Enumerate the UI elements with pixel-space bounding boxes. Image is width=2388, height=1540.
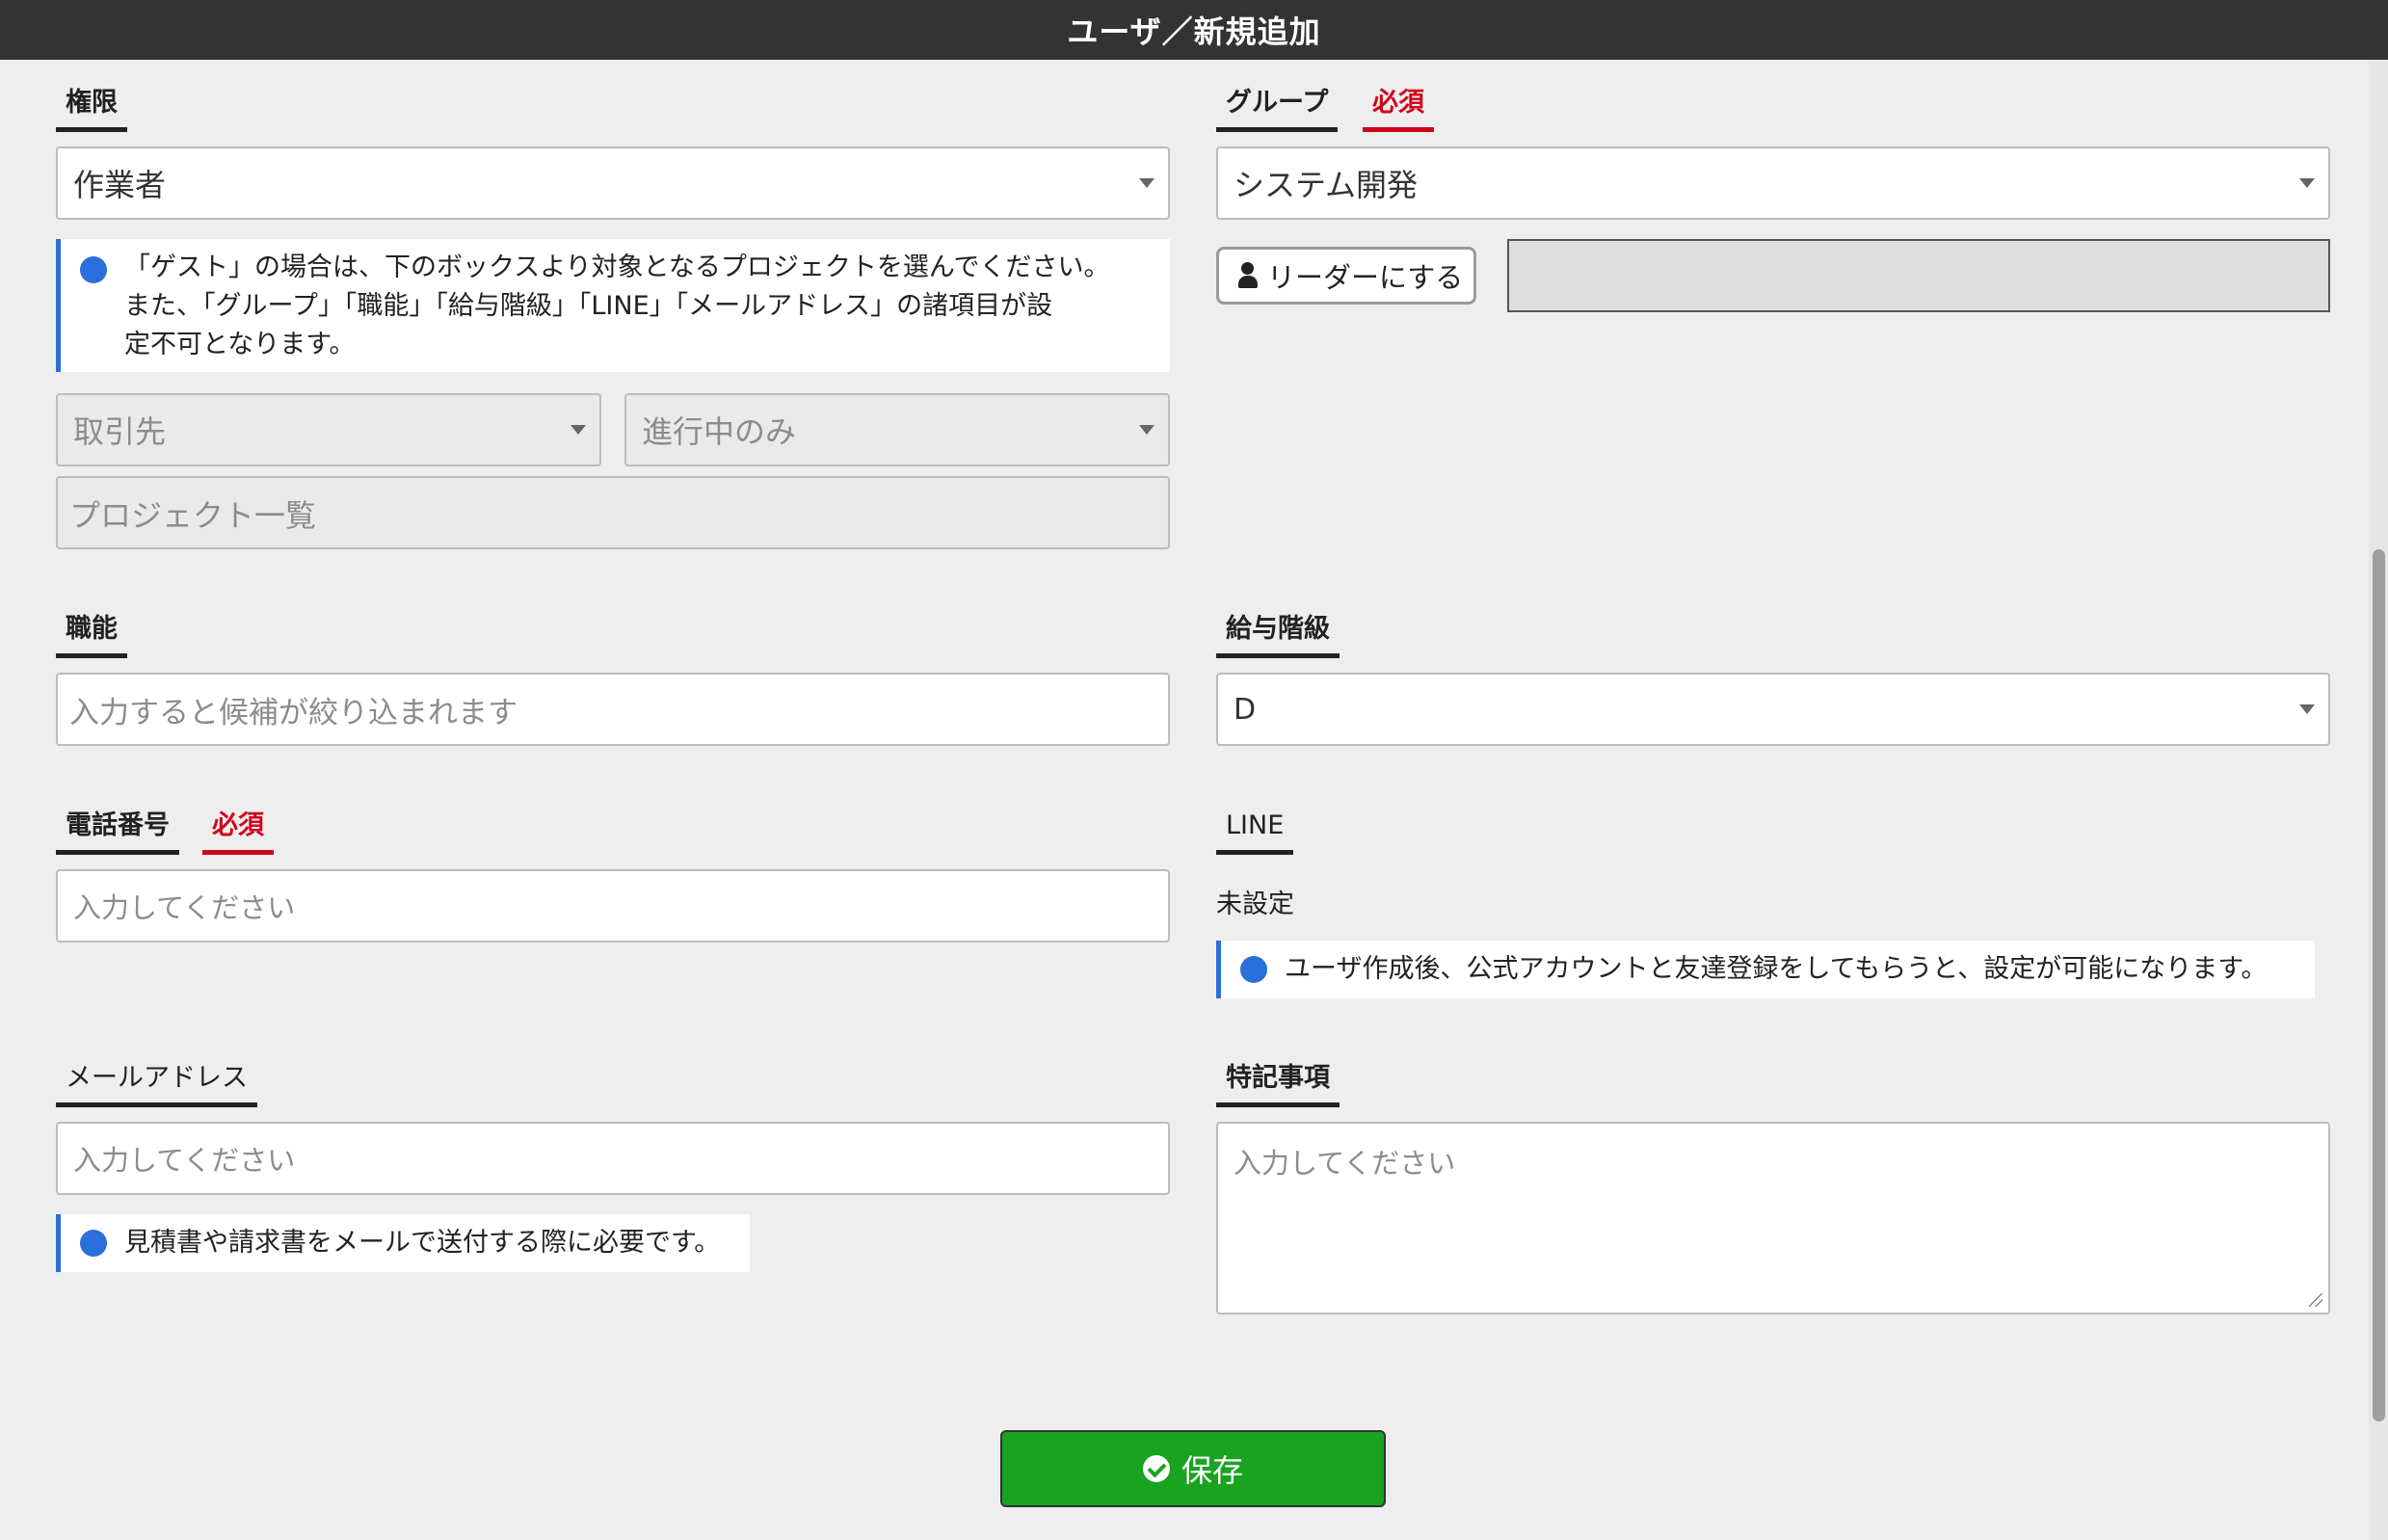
email-input-placeholder: 入力してください xyxy=(73,1144,296,1177)
chevron-down-icon xyxy=(570,425,586,435)
projects-input-placeholder: プロジェクト一覧 xyxy=(69,497,317,534)
phone-label: 電話番号 xyxy=(56,811,179,855)
info-icon: info-icon xyxy=(80,256,107,283)
make-leader-label: リーダーにする xyxy=(1267,261,1464,294)
phone-required-badge: 必須 xyxy=(202,811,274,855)
client-select-placeholder: 取引先 xyxy=(73,413,167,450)
salary-grade-value: D xyxy=(1234,692,1257,727)
group-select[interactable]: システム開発 xyxy=(1216,146,2330,220)
info-icon: i xyxy=(1240,956,1267,983)
save-button[interactable]: 保存 xyxy=(1000,1430,1386,1507)
group-select-value: システム開発 xyxy=(1234,167,1419,203)
role-select[interactable]: 作業者 xyxy=(56,146,1170,220)
line-note-text: ユーザ作成後、公式アカウントと友達登録をしてもらうと、設定が可能になります。 xyxy=(1285,954,2268,984)
leader-display-box xyxy=(1507,239,2330,312)
save-button-label: 保存 xyxy=(1181,1452,1243,1489)
group-required-badge: 必須 xyxy=(1363,89,1434,132)
chevron-down-icon xyxy=(1139,178,1154,188)
role-note-line3: 定不可となります。 xyxy=(124,330,356,359)
info-icon: i xyxy=(80,1230,107,1257)
resize-grip-icon[interactable] xyxy=(2309,1293,2322,1307)
remarks-textarea[interactable]: 入力してください xyxy=(1216,1122,2330,1314)
user-icon xyxy=(1238,262,1258,289)
group-label: グループ xyxy=(1216,89,1339,132)
make-leader-button[interactable]: リーダーにする xyxy=(1216,247,1476,305)
chevron-down-icon xyxy=(2299,704,2315,714)
scrollbar-thumb[interactable] xyxy=(2373,549,2385,1421)
window-title: ユーザ／新規追加 xyxy=(0,0,2388,60)
role-note-line2: また、「グループ」「職能」「給与階級」「LINE」「メールアドレス」の諸項目が設 xyxy=(124,291,1053,321)
salary-grade-label: 給与階級 xyxy=(1216,615,1340,658)
email-note-text: 見積書や請求書をメールで送付する際に必要です。 xyxy=(124,1228,721,1258)
role-label: 権限 xyxy=(56,89,127,132)
check-circle-icon xyxy=(1142,1455,1170,1482)
email-info-note: i 見積書や請求書をメールで送付する際に必要です。 xyxy=(56,1214,750,1272)
line-label: LINE xyxy=(1216,811,1294,855)
chevron-down-icon xyxy=(2299,178,2315,188)
email-label: メールアドレス xyxy=(56,1064,257,1107)
role-note-line1: 「ゲスト」の場合は、下のボックスより対象となるプロジェクトを選んでください。 xyxy=(124,252,1110,282)
chevron-down-icon xyxy=(1139,425,1154,435)
skill-label: 職能 xyxy=(56,615,127,658)
email-input[interactable]: 入力してください xyxy=(56,1122,1170,1195)
skill-input[interactable]: 入力すると候補が絞り込まれます xyxy=(56,673,1170,746)
phone-input-placeholder: 入力してください xyxy=(73,891,296,924)
remarks-label: 特記事項 xyxy=(1216,1064,1340,1107)
phone-input[interactable]: 入力してください xyxy=(56,869,1170,943)
line-info-note: i ユーザ作成後、公式アカウントと友達登録をしてもらうと、設定が可能になります。 xyxy=(1216,941,2315,998)
line-status: 未設定 xyxy=(1216,889,1294,919)
status-select[interactable]: 進行中のみ xyxy=(624,393,1170,466)
role-info-note: info-icon 「ゲスト」の場合は、下のボックスより対象となるプロジェクトを… xyxy=(56,239,1170,372)
remarks-textarea-placeholder: 入力してください xyxy=(1234,1147,1456,1180)
salary-grade-select[interactable]: D xyxy=(1216,673,2330,746)
projects-input[interactable]: プロジェクト一覧 xyxy=(56,476,1170,549)
status-select-placeholder: 進行中のみ xyxy=(642,413,797,450)
role-select-value: 作業者 xyxy=(73,167,167,203)
client-select[interactable]: 取引先 xyxy=(56,393,601,466)
skill-input-placeholder: 入力すると候補が絞り込まれます xyxy=(69,696,517,730)
